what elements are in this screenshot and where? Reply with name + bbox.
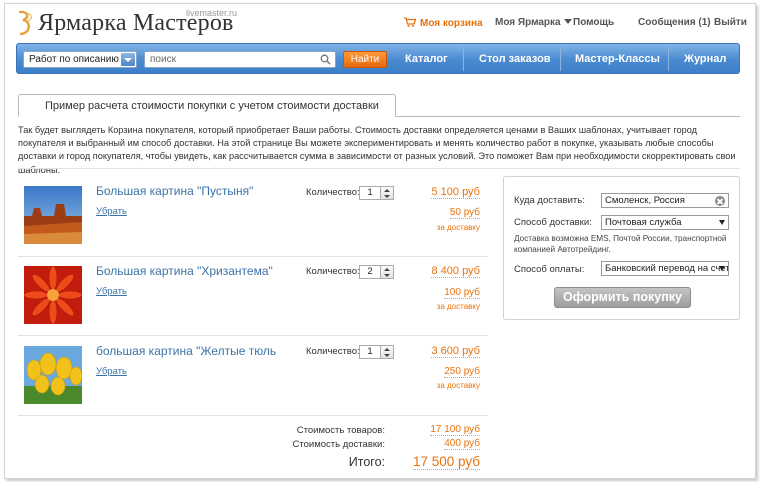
checkout-button[interactable]: Оформить покупку: [554, 287, 691, 308]
delivery-method-select[interactable]: Почтовая служба: [601, 215, 729, 230]
product-image-tulips[interactable]: [24, 346, 83, 404]
my-fair-label: Моя Ярмарка: [495, 17, 561, 28]
shipping-price: 250 руб: [444, 366, 480, 378]
chevron-down-icon: [719, 266, 725, 271]
remove-link[interactable]: Убрать: [96, 286, 127, 297]
dropdown-arrow-icon: [121, 53, 135, 66]
product-name[interactable]: Большая картина "Хризантема": [96, 264, 276, 278]
product-price: 5 100 руб: [431, 186, 480, 199]
quantity-label: Количество:: [306, 346, 360, 357]
cart-icon: [404, 17, 416, 27]
goods-total-label: Стоимость товаров:: [296, 425, 385, 436]
shipping-note: за доставку: [436, 302, 480, 311]
nav-order-desk[interactable]: Стол заказов: [479, 53, 551, 65]
top-navigation: Моя корзина Моя Ярмарка Помощь Сообщения…: [0, 17, 760, 31]
search-type-value: Работ по описанию: [29, 54, 119, 65]
grand-total-label: Итого:: [348, 455, 385, 469]
divider: [18, 256, 488, 257]
search-bar: Работ по описанию поиск Найти Каталог Ст…: [16, 43, 740, 74]
shipping-note: за доставку: [436, 223, 480, 232]
payment-method-value: Банковский перевод на счет: [605, 263, 729, 274]
clear-icon[interactable]: [715, 196, 725, 206]
delivery-method-label: Способ доставки:: [514, 217, 592, 228]
quantity-stepper[interactable]: [381, 186, 394, 200]
chevron-down-icon: [719, 220, 725, 225]
divider: [463, 47, 464, 71]
shipping-note: за доставку: [436, 381, 480, 390]
divider: [18, 335, 488, 336]
tab-example-calculation[interactable]: Пример расчета стоимости покупки с учето…: [18, 94, 396, 117]
deliver-to-value: Смоленск, Россия: [605, 195, 685, 206]
nav-catalog[interactable]: Каталог: [405, 53, 448, 65]
grand-total-value: 17 500 руб: [412, 454, 480, 470]
payment-method-select[interactable]: Банковский перевод на счет: [601, 261, 729, 276]
cart-link[interactable]: Моя корзина: [404, 17, 483, 29]
shipping-price: 50 руб: [449, 207, 480, 219]
cart-label: Моя корзина: [420, 18, 483, 29]
shipping-total-value: 400 руб: [444, 438, 480, 450]
product-image-chrysanthemum[interactable]: [23, 265, 83, 325]
product-price: 8 400 руб: [431, 265, 480, 278]
remove-link[interactable]: Убрать: [96, 206, 127, 217]
messages-link[interactable]: Сообщения (1): [638, 17, 711, 28]
quantity-stepper[interactable]: [381, 265, 394, 279]
product-image-desert[interactable]: [24, 186, 82, 244]
quantity-label: Количество:: [306, 187, 360, 198]
chevron-down-icon: [563, 19, 572, 24]
remove-link[interactable]: Убрать: [96, 366, 127, 377]
divider: [668, 47, 669, 71]
payment-method-label: Способ оплаты:: [514, 264, 585, 275]
quantity-input[interactable]: 2: [359, 265, 381, 279]
quantity-input[interactable]: 1: [359, 186, 381, 200]
checkout-panel: Куда доставить: Смоленск, Россия Способ …: [503, 176, 740, 320]
product-price: 3 600 руб: [431, 345, 480, 358]
search-type-select[interactable]: Работ по описанию: [23, 51, 137, 68]
search-placeholder: поиск: [150, 54, 176, 65]
divider: [560, 47, 561, 71]
divider: [18, 168, 740, 169]
shipping-price: 100 руб: [444, 287, 480, 299]
logout-link[interactable]: Выйти: [714, 17, 747, 28]
quantity-stepper[interactable]: [381, 345, 394, 359]
delivery-note: Доставка возможна EMS, Почтой России, тр…: [514, 234, 727, 254]
product-name[interactable]: большая картина "Желтые тюльпаны": [96, 344, 276, 358]
shipping-total-label: Стоимость доставки:: [292, 439, 385, 450]
divider: [18, 415, 488, 416]
find-button[interactable]: Найти: [343, 51, 387, 68]
my-fair-menu[interactable]: Моя Ярмарка: [495, 17, 572, 28]
search-input[interactable]: поиск: [144, 51, 336, 68]
goods-total-value: 17 100 руб: [430, 424, 480, 436]
product-name[interactable]: Большая картина "Пустыня": [96, 184, 276, 198]
search-icon[interactable]: [320, 54, 331, 65]
quantity-input[interactable]: 1: [359, 345, 381, 359]
nav-journal[interactable]: Журнал: [684, 53, 726, 65]
help-link[interactable]: Помощь: [573, 17, 614, 28]
deliver-to-label: Куда доставить:: [514, 195, 585, 206]
delivery-method-value: Почтовая служба: [605, 217, 682, 228]
deliver-to-input[interactable]: Смоленск, Россия: [601, 193, 729, 208]
nav-master-classes[interactable]: Мастер-Классы: [575, 53, 660, 65]
quantity-label: Количество:: [306, 266, 360, 277]
